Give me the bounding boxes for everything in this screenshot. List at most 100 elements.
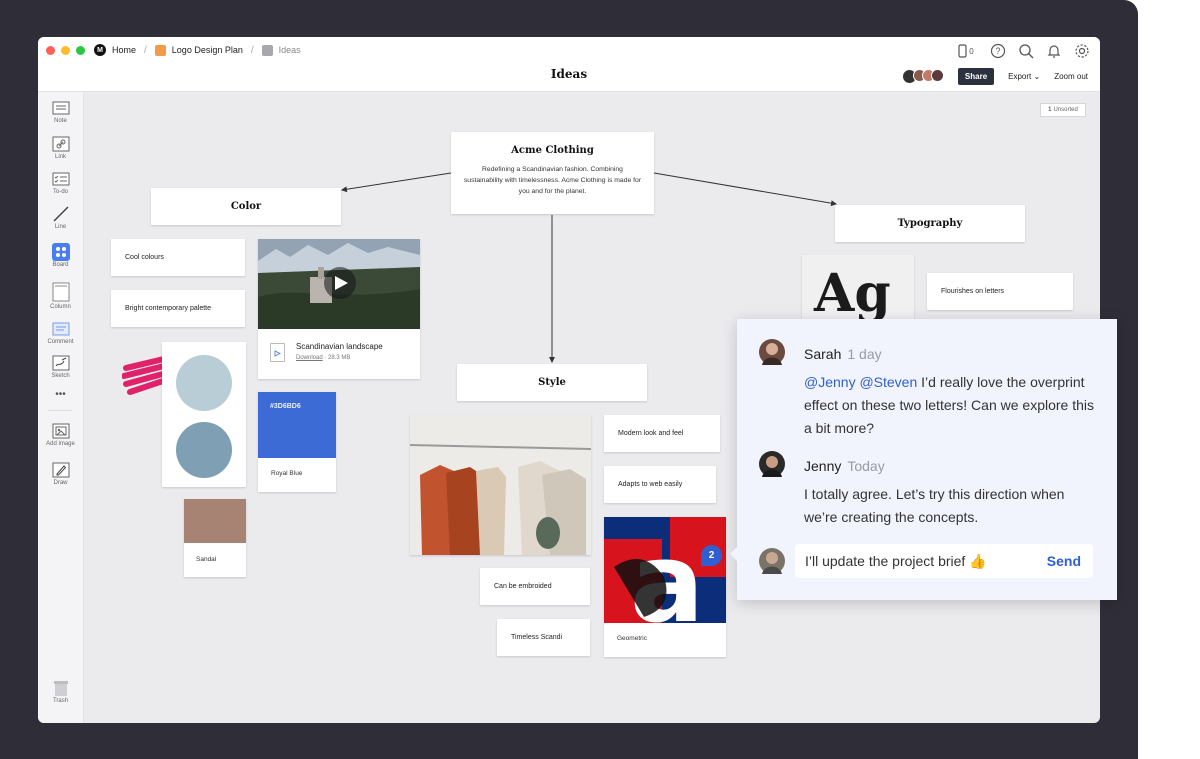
comment-header: Jenny Today — [804, 458, 885, 474]
svg-text:?: ? — [995, 46, 1000, 56]
chevron-down-icon: ⌄ — [1033, 72, 1041, 81]
tool-todo[interactable]: To-do — [38, 171, 83, 195]
connector-line[interactable] — [653, 172, 837, 207]
tool-board[interactable]: Board — [38, 243, 83, 268]
note-card[interactable]: Can be embroided — [480, 568, 590, 605]
note-card[interactable]: Bright contemporary palette — [111, 290, 245, 327]
breadcrumb-ideas[interactable]: Ideas — [261, 44, 301, 56]
card-body: Redefining a Scandinavian fashion. Combi… — [463, 166, 642, 195]
image-caption: Geometric — [617, 635, 647, 642]
search-icon — [1019, 44, 1034, 59]
note-card[interactable]: Timeless Scandi — [497, 619, 590, 656]
color-swatch — [184, 499, 246, 543]
top-bar: M Home / Logo Design Plan / Ideas Ideas … — [38, 37, 1100, 92]
color-header[interactable]: Color — [151, 188, 341, 225]
minimize-window-button[interactable] — [61, 46, 70, 55]
device-button[interactable]: 0 — [954, 43, 978, 59]
help-button[interactable]: ? — [990, 43, 1006, 59]
comment-body: @Jenny @Steven I’d really love the overp… — [804, 371, 1094, 440]
tool-column[interactable]: Column — [38, 282, 83, 310]
search-button[interactable] — [1018, 43, 1034, 59]
tool-line[interactable]: Line — [38, 206, 83, 230]
geometric-letter-image: a — [604, 517, 726, 623]
maximize-window-button[interactable] — [76, 46, 85, 55]
breadcrumb-separator: / — [250, 44, 254, 56]
geometric-image-card[interactable]: a Geometric — [604, 517, 726, 657]
export-label: Export — [1008, 72, 1032, 81]
bell-icon — [1047, 45, 1061, 58]
main-card[interactable]: Acme Clothing Redefining a Scandinavian … — [451, 132, 654, 214]
share-button[interactable]: Share — [957, 68, 995, 85]
board-color-icon — [261, 44, 273, 56]
trash-icon — [52, 680, 70, 696]
file-icon — [270, 343, 285, 362]
comment-author: Sarah — [804, 346, 842, 362]
swatch-card-royal-blue[interactable]: #3D6BD6 Royal Blue — [258, 392, 336, 492]
note-text: Adapts to web easily — [618, 481, 683, 488]
color-circles-card[interactable] — [162, 342, 246, 487]
breadcrumb-home[interactable]: M Home — [94, 44, 136, 56]
tool-note[interactable]: Note — [38, 100, 83, 124]
breadcrumb-logo-design-plan[interactable]: Logo Design Plan — [154, 44, 243, 56]
swatch-card-sandal[interactable]: Sandal — [184, 499, 246, 577]
comment-count-badge[interactable]: 2 — [701, 545, 722, 566]
tool-sketch[interactable]: Sketch — [38, 355, 83, 379]
color-swatch: #3D6BD6 — [258, 392, 336, 458]
close-window-button[interactable] — [46, 46, 55, 55]
collaborator-avatars[interactable] — [901, 69, 944, 84]
comment-icon — [52, 321, 70, 337]
connector-line[interactable] — [341, 172, 452, 193]
header-label: Color — [230, 201, 262, 212]
zoom-out-button[interactable]: Zoom out — [1054, 72, 1088, 81]
notifications-button[interactable] — [1046, 43, 1062, 59]
color-swatch-circle — [176, 422, 232, 478]
note-text: Timeless Scandi — [511, 634, 563, 641]
note-text: Can be embroided — [494, 583, 552, 590]
tool-add-image[interactable]: Add image — [38, 423, 83, 447]
note-card[interactable]: Modern look and feel — [604, 415, 720, 452]
tool-label: Add image — [46, 441, 75, 447]
tool-label: Column — [50, 304, 71, 310]
typography-header[interactable]: Typography — [835, 205, 1025, 242]
note-card[interactable]: Cool colours — [111, 239, 245, 276]
tool-link[interactable]: Link — [38, 136, 83, 160]
tool-label: To-do — [52, 189, 68, 195]
tool-label: Comment — [47, 339, 74, 345]
settings-button[interactable] — [1074, 43, 1090, 59]
tool-draw[interactable]: Draw — [38, 462, 83, 486]
comment-header: Sarah 1 day — [804, 346, 882, 362]
tool-label: Draw — [53, 480, 68, 486]
trash-button[interactable]: Trash — [38, 680, 83, 704]
link-icon — [52, 136, 70, 152]
header-label: Style — [538, 377, 566, 388]
gear-icon — [1075, 44, 1089, 58]
tool-sidebar: Note Link To-do Line Board Column Commen… — [38, 92, 84, 723]
reply-input[interactable]: I’ll update the project brief 👍 Send — [795, 544, 1093, 578]
comment-author: Jenny — [804, 458, 842, 474]
todo-icon — [52, 171, 70, 187]
send-button[interactable]: Send — [1047, 553, 1081, 569]
export-button[interactable]: Export ⌄ — [1008, 72, 1040, 81]
avatar — [930, 69, 944, 82]
comment-time: 1 day — [847, 346, 882, 362]
note-text: Modern look and feel — [618, 430, 684, 437]
breadcrumb: M Home / Logo Design Plan / Ideas — [94, 44, 301, 56]
tool-comment[interactable]: Comment — [38, 321, 83, 345]
note-card[interactable]: Adapts to web easily — [604, 466, 716, 503]
comment-body: I totally agree. Let’s try this directio… — [804, 486, 1065, 525]
comment-mentions[interactable]: @Jenny @Steven — [804, 374, 917, 390]
note-text: Cool colours — [125, 254, 164, 261]
more-icon: ••• — [55, 389, 66, 400]
more-tools-button[interactable]: ••• — [38, 389, 83, 400]
video-card[interactable]: Scandinavian landscape Download · 28.3 M… — [258, 239, 420, 379]
clothing-image[interactable] — [409, 415, 592, 555]
tool-label: Link — [54, 154, 66, 160]
note-card[interactable]: Flourishes on letters — [927, 273, 1073, 310]
download-link[interactable]: Download — [296, 355, 323, 361]
swatch-label: Sandal — [196, 556, 217, 563]
badge-count: 2 — [708, 550, 715, 561]
card-title: Acme Clothing — [511, 145, 594, 156]
tool-label: Line — [54, 224, 67, 230]
style-header[interactable]: Style — [457, 364, 647, 401]
clothing-rack-photo — [409, 415, 592, 555]
